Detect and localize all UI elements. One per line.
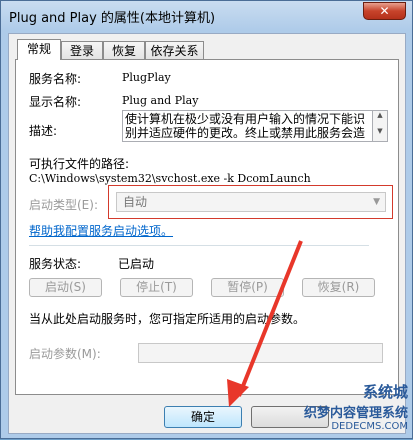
stop-button[interactable]: 停止(T) — [120, 278, 193, 297]
resume-button[interactable]: 恢复(R) — [302, 278, 375, 297]
display-name-field[interactable]: Plug and Play — [122, 94, 198, 107]
close-icon: ✕ — [379, 4, 390, 18]
dialog-client: 常规 登录 恢复 依存关系 服务名称: PlugPlay 显示名称: Plug … — [8, 33, 406, 434]
general-panel: 服务名称: PlugPlay 显示名称: Plug and Play 描述: 使… — [15, 59, 399, 395]
close-button[interactable]: ✕ — [363, 2, 406, 20]
help-link[interactable]: 帮助我配置服务启动选项。 — [29, 222, 173, 239]
ok-button[interactable]: 确定 — [164, 406, 242, 428]
tab-recovery[interactable]: 恢复 — [103, 41, 145, 59]
start-button[interactable]: 启动(S) — [29, 278, 102, 297]
description-label: 描述: — [29, 124, 58, 138]
service-name-value: PlugPlay — [122, 71, 171, 84]
startup-type-value: 自动 — [123, 195, 148, 209]
exe-path-label: 可执行文件的路径: — [29, 157, 130, 171]
watermark-line-1: 系统城 — [362, 383, 408, 401]
exe-path-value: C:\Windows\system32\svchost.exe -k DcomL… — [29, 172, 311, 185]
watermark-line-2: 织梦内容管理系统 — [303, 406, 408, 421]
startup-type-select[interactable]: 自动 ▼ — [116, 192, 386, 212]
startup-type-label: 启动类型(E): — [29, 198, 98, 212]
service-name-label: 服务名称: — [29, 72, 82, 86]
chevron-down-icon: ▼ — [373, 197, 380, 207]
title-bar[interactable]: Plug and Play 的属性(本地计算机) ✕ — [1, 1, 412, 29]
description-field[interactable]: 使计算机在极少或没有用户输入的情况下能识别并适应硬件的更改。终止或禁用此服务会造 — [122, 110, 373, 142]
start-params-label: 启动参数(M): — [29, 347, 101, 361]
tab-general[interactable]: 常规 — [17, 39, 61, 60]
pause-button[interactable]: 暂停(P) — [211, 278, 284, 297]
display-name-label: 显示名称: — [29, 95, 82, 109]
window-title: Plug and Play 的属性(本地计算机) — [9, 11, 216, 26]
status-value: 已启动 — [118, 257, 155, 271]
start-params-hint: 当从此处启动服务时，您可指定所适用的启动参数。 — [29, 312, 306, 326]
tab-logon[interactable]: 登录 — [61, 41, 103, 59]
tab-dependencies[interactable]: 依存关系 — [145, 41, 204, 59]
properties-window: Plug and Play 的属性(本地计算机) ✕ 常规 登录 恢复 依存关系… — [0, 0, 413, 439]
divider — [29, 245, 369, 246]
watermark: 系统城 织梦内容管理系统 DEDECMS.COM — [304, 381, 408, 432]
watermark-line-3: DEDECMS.COM — [331, 421, 408, 432]
description-scrollbar[interactable]: ▲ ▼ — [373, 110, 388, 142]
start-params-input[interactable] — [138, 343, 383, 363]
status-label: 服务状态: — [29, 257, 82, 271]
